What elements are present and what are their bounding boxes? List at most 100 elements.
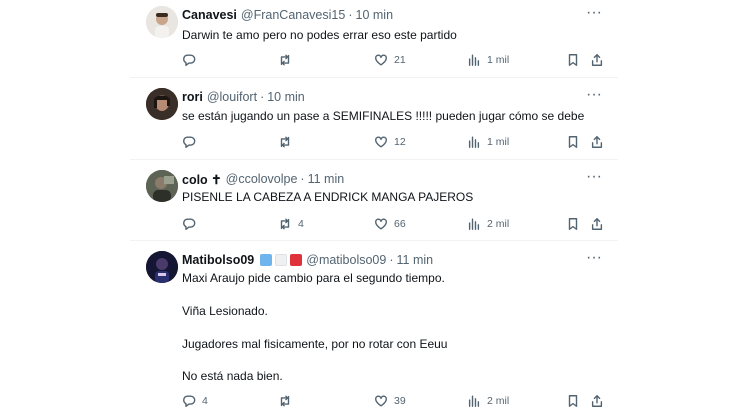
- bookmark-icon: [568, 218, 578, 230]
- reply-button[interactable]: [182, 52, 202, 68]
- author-handle[interactable]: @ccolovolpe: [226, 172, 298, 186]
- views-button[interactable]: 1 mil: [467, 52, 509, 68]
- action-bar: 4 39 2 mil: [182, 393, 606, 409]
- separator: ·: [260, 90, 265, 104]
- retweet-button[interactable]: [278, 134, 298, 150]
- tweet-text-line-2: Viña Lesionado.: [182, 304, 268, 318]
- like-button[interactable]: 12: [374, 134, 406, 150]
- action-bar: 21 1 mil: [182, 52, 606, 68]
- tweet-text: se están jugando un pase a SEMIFINALES !…: [182, 109, 585, 123]
- action-bar: 12 1 mil: [182, 134, 606, 150]
- flag-emoji-stripe-2: [275, 254, 288, 266]
- views-count: 2 mil: [487, 218, 510, 230]
- tweet-colo[interactable]: colo ✝ @ccolovolpe · 11 min ··· PISENLE …: [130, 160, 618, 241]
- author-handle[interactable]: @matibolso09: [306, 253, 386, 267]
- heart-icon: [375, 54, 387, 66]
- more-options-icon[interactable]: ···: [584, 169, 604, 188]
- share-button[interactable]: [590, 393, 604, 409]
- heart-icon: [375, 218, 387, 230]
- flag-emoji-stripe-1: [260, 254, 273, 266]
- author-handle[interactable]: @louifort: [207, 90, 257, 104]
- author-name[interactable]: rori: [182, 90, 203, 104]
- retweet-icon: [280, 395, 290, 407]
- avatar[interactable]: [146, 170, 178, 202]
- reply-icon: [183, 54, 196, 66]
- analytics-icon: [468, 218, 480, 230]
- author-name[interactable]: Canavesi: [182, 8, 237, 22]
- views-button[interactable]: 1 mil: [467, 134, 509, 150]
- tweet-canavesi[interactable]: Canavesi @FranCanavesi15 · 10 min ··· Da…: [130, 0, 618, 78]
- author-name[interactable]: colo ✝: [182, 172, 222, 187]
- views-button[interactable]: 2 mil: [467, 393, 509, 409]
- heart-icon: [375, 395, 387, 407]
- views-count: 2 mil: [487, 395, 510, 407]
- author-handle[interactable]: @FranCanavesi15: [241, 8, 345, 22]
- bookmark-button[interactable]: [566, 52, 580, 68]
- share-button[interactable]: [590, 134, 604, 150]
- retweet-icon: [280, 218, 290, 230]
- tweet-rori[interactable]: rori @louifort · 10 min ··· se están jug…: [130, 78, 618, 160]
- share-icon: [591, 136, 603, 148]
- more-options-icon[interactable]: ···: [584, 250, 604, 269]
- retweet-button[interactable]: 4: [278, 216, 304, 232]
- retweet-icon: [280, 54, 290, 66]
- heart-icon: [375, 136, 387, 148]
- tweet-text-line-1: Maxi Araujo pide cambio para el segundo …: [182, 271, 445, 285]
- share-button[interactable]: [590, 216, 604, 232]
- bookmark-icon: [568, 54, 578, 66]
- views-button[interactable]: 2 mil: [467, 216, 509, 232]
- reply-feed: Canavesi @FranCanavesi15 · 10 min ··· Da…: [130, 0, 618, 419]
- analytics-icon: [468, 54, 480, 66]
- bookmark-button[interactable]: [566, 393, 580, 409]
- reply-icon: [183, 395, 196, 407]
- like-count: 66: [394, 218, 406, 230]
- bookmark-icon: [568, 395, 578, 407]
- more-options-icon[interactable]: ···: [584, 87, 604, 106]
- retweet-count: 4: [298, 218, 304, 230]
- views-count: 1 mil: [487, 54, 510, 66]
- retweet-button[interactable]: [278, 393, 298, 409]
- separator: ·: [348, 8, 353, 22]
- reply-button[interactable]: [182, 216, 202, 232]
- reply-button[interactable]: 4: [182, 393, 208, 409]
- analytics-icon: [468, 136, 480, 148]
- action-bar: 4 66 2 mil: [182, 216, 606, 232]
- more-options-icon[interactable]: ···: [584, 5, 604, 24]
- share-icon: [591, 54, 603, 66]
- tweet-text: Darwin te amo pero no podes errar eso es…: [182, 28, 457, 42]
- bookmark-icon: [568, 136, 578, 148]
- share-icon: [591, 395, 603, 407]
- like-count: 39: [394, 395, 406, 407]
- timestamp[interactable]: 10 min: [267, 90, 305, 104]
- like-count: 12: [394, 136, 406, 148]
- tweet-matibolso09[interactable]: Matibolso09 @matibolso09 · 11 min ··· Ma…: [130, 241, 618, 419]
- analytics-icon: [468, 395, 480, 407]
- views-count: 1 mil: [487, 136, 510, 148]
- like-button[interactable]: 66: [374, 216, 406, 232]
- tweet-text-line-3: Jugadores mal fisicamente, por no rotar …: [182, 337, 448, 351]
- like-button[interactable]: 21: [374, 52, 406, 68]
- retweet-button[interactable]: [278, 52, 298, 68]
- share-button[interactable]: [590, 52, 604, 68]
- tweet-text-line-4: No está nada bien.: [182, 369, 283, 383]
- flag-emoji-stripe-3: [290, 254, 303, 266]
- avatar[interactable]: [146, 88, 178, 120]
- avatar[interactable]: [146, 6, 178, 38]
- reply-button[interactable]: [182, 134, 202, 150]
- timestamp[interactable]: 11 min: [308, 172, 345, 186]
- separator: ·: [300, 172, 305, 186]
- timestamp[interactable]: 11 min: [397, 253, 434, 267]
- like-count: 21: [394, 54, 406, 66]
- retweet-icon: [280, 136, 290, 148]
- reply-icon: [183, 136, 196, 148]
- avatar[interactable]: [146, 251, 178, 283]
- bookmark-button[interactable]: [566, 216, 580, 232]
- bookmark-button[interactable]: [566, 134, 580, 150]
- tweet-text: PISENLE LA CABEZA A ENDRICK MANGA PAJERO…: [182, 190, 474, 204]
- timestamp[interactable]: 10 min: [356, 8, 394, 22]
- share-icon: [591, 218, 603, 230]
- separator: ·: [389, 253, 394, 267]
- author-name[interactable]: Matibolso09: [182, 253, 254, 267]
- reply-icon: [183, 218, 196, 230]
- like-button[interactable]: 39: [374, 393, 406, 409]
